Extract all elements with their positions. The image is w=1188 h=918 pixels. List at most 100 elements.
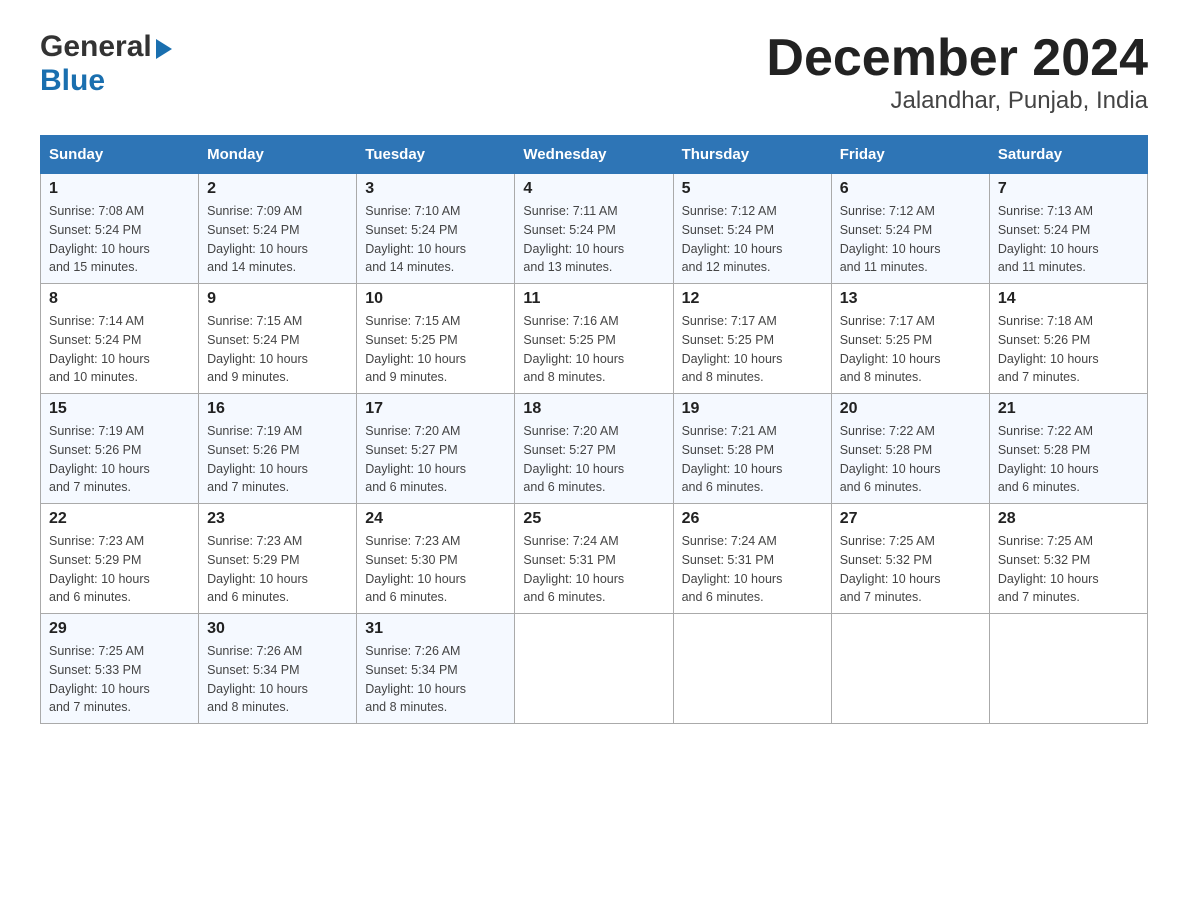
day-info: Sunrise: 7:15 AMSunset: 5:24 PMDaylight:…: [207, 312, 348, 387]
day-info: Sunrise: 7:20 AMSunset: 5:27 PMDaylight:…: [365, 422, 506, 497]
calendar-cell: 28 Sunrise: 7:25 AMSunset: 5:32 PMDayligh…: [989, 504, 1147, 614]
day-number: 22: [49, 510, 190, 528]
title-block: December 2024 Jalandhar, Punjab, India: [766, 30, 1148, 115]
day-info: Sunrise: 7:11 AMSunset: 5:24 PMDaylight:…: [523, 202, 664, 277]
calendar-week-row: 22 Sunrise: 7:23 AMSunset: 5:29 PMDayligh…: [41, 504, 1148, 614]
calendar-header-row: SundayMondayTuesdayWednesdayThursdayFrid…: [41, 136, 1148, 174]
calendar-cell: 31 Sunrise: 7:26 AMSunset: 5:34 PMDayligh…: [357, 614, 515, 724]
calendar-title: December 2024: [766, 30, 1148, 87]
calendar-table: SundayMondayTuesdayWednesdayThursdayFrid…: [40, 135, 1148, 724]
day-info: Sunrise: 7:25 AMSunset: 5:32 PMDaylight:…: [840, 532, 981, 607]
calendar-cell: 29 Sunrise: 7:25 AMSunset: 5:33 PMDayligh…: [41, 614, 199, 724]
day-info: Sunrise: 7:12 AMSunset: 5:24 PMDaylight:…: [682, 202, 823, 277]
day-number: 11: [523, 290, 664, 308]
day-number: 20: [840, 400, 981, 418]
day-number: 17: [365, 400, 506, 418]
day-number: 25: [523, 510, 664, 528]
day-number: 24: [365, 510, 506, 528]
day-info: Sunrise: 7:17 AMSunset: 5:25 PMDaylight:…: [840, 312, 981, 387]
day-info: Sunrise: 7:13 AMSunset: 5:24 PMDaylight:…: [998, 202, 1139, 277]
logo-blue-text: Blue: [40, 64, 105, 98]
calendar-subtitle: Jalandhar, Punjab, India: [766, 87, 1148, 115]
day-number: 12: [682, 290, 823, 308]
day-info: Sunrise: 7:24 AMSunset: 5:31 PMDaylight:…: [682, 532, 823, 607]
calendar-cell: 3 Sunrise: 7:10 AMSunset: 5:24 PMDaylight…: [357, 174, 515, 284]
calendar-cell: 5 Sunrise: 7:12 AMSunset: 5:24 PMDaylight…: [673, 174, 831, 284]
day-number: 28: [998, 510, 1139, 528]
calendar-cell: 4 Sunrise: 7:11 AMSunset: 5:24 PMDaylight…: [515, 174, 673, 284]
calendar-cell: 20 Sunrise: 7:22 AMSunset: 5:28 PMDayligh…: [831, 394, 989, 504]
day-number: 27: [840, 510, 981, 528]
day-info: Sunrise: 7:26 AMSunset: 5:34 PMDaylight:…: [207, 642, 348, 717]
calendar-cell: 24 Sunrise: 7:23 AMSunset: 5:30 PMDayligh…: [357, 504, 515, 614]
day-number: 23: [207, 510, 348, 528]
calendar-cell: 14Sunrise: 7:18 AMSunset: 5:26 PMDayligh…: [989, 284, 1147, 394]
day-number: 8: [49, 290, 190, 308]
day-number: 16: [207, 400, 348, 418]
calendar-cell: 13 Sunrise: 7:17 AMSunset: 5:25 PMDayligh…: [831, 284, 989, 394]
calendar-cell: 16Sunrise: 7:19 AMSunset: 5:26 PMDayligh…: [199, 394, 357, 504]
day-number: 2: [207, 180, 348, 198]
calendar-cell: 22 Sunrise: 7:23 AMSunset: 5:29 PMDayligh…: [41, 504, 199, 614]
day-info: Sunrise: 7:09 AMSunset: 5:24 PMDaylight:…: [207, 202, 348, 277]
calendar-week-row: 8 Sunrise: 7:14 AMSunset: 5:24 PMDaylight…: [41, 284, 1148, 394]
day-info: Sunrise: 7:23 AMSunset: 5:29 PMDaylight:…: [49, 532, 190, 607]
calendar-cell: 8 Sunrise: 7:14 AMSunset: 5:24 PMDaylight…: [41, 284, 199, 394]
day-info: Sunrise: 7:22 AMSunset: 5:28 PMDaylight:…: [840, 422, 981, 497]
calendar-cell: 15Sunrise: 7:19 AMSunset: 5:26 PMDayligh…: [41, 394, 199, 504]
day-number: 18: [523, 400, 664, 418]
logo: General Blue: [40, 30, 172, 98]
day-info: Sunrise: 7:19 AMSunset: 5:26 PMDaylight:…: [49, 422, 190, 497]
day-info: Sunrise: 7:14 AMSunset: 5:24 PMDaylight:…: [49, 312, 190, 387]
day-info: Sunrise: 7:26 AMSunset: 5:34 PMDaylight:…: [365, 642, 506, 717]
day-info: Sunrise: 7:25 AMSunset: 5:33 PMDaylight:…: [49, 642, 190, 717]
calendar-cell: [989, 614, 1147, 724]
day-info: Sunrise: 7:16 AMSunset: 5:25 PMDaylight:…: [523, 312, 664, 387]
day-number: 9: [207, 290, 348, 308]
day-info: Sunrise: 7:12 AMSunset: 5:24 PMDaylight:…: [840, 202, 981, 277]
calendar-cell: 11 Sunrise: 7:16 AMSunset: 5:25 PMDayligh…: [515, 284, 673, 394]
calendar-week-row: 15Sunrise: 7:19 AMSunset: 5:26 PMDayligh…: [41, 394, 1148, 504]
day-number: 5: [682, 180, 823, 198]
day-number: 1: [49, 180, 190, 198]
calendar-cell: 18Sunrise: 7:20 AMSunset: 5:27 PMDayligh…: [515, 394, 673, 504]
calendar-cell: 2 Sunrise: 7:09 AMSunset: 5:24 PMDaylight…: [199, 174, 357, 284]
day-number: 30: [207, 620, 348, 638]
day-info: Sunrise: 7:08 AMSunset: 5:24 PMDaylight:…: [49, 202, 190, 277]
day-number: 13: [840, 290, 981, 308]
day-info: Sunrise: 7:25 AMSunset: 5:32 PMDaylight:…: [998, 532, 1139, 607]
day-number: 10: [365, 290, 506, 308]
calendar-cell: 1 Sunrise: 7:08 AMSunset: 5:24 PMDaylight…: [41, 174, 199, 284]
day-number: 4: [523, 180, 664, 198]
logo-general-text: General: [40, 30, 152, 64]
calendar-cell: 19 Sunrise: 7:21 AMSunset: 5:28 PMDayligh…: [673, 394, 831, 504]
logo-arrow-icon: [156, 39, 172, 59]
calendar-cell: 23 Sunrise: 7:23 AMSunset: 5:29 PMDayligh…: [199, 504, 357, 614]
day-number: 14: [998, 290, 1139, 308]
calendar-cell: [673, 614, 831, 724]
calendar-cell: 21Sunrise: 7:22 AMSunset: 5:28 PMDayligh…: [989, 394, 1147, 504]
day-info: Sunrise: 7:17 AMSunset: 5:25 PMDaylight:…: [682, 312, 823, 387]
day-of-week-header: Friday: [831, 136, 989, 174]
calendar-cell: 7Sunrise: 7:13 AMSunset: 5:24 PMDaylight…: [989, 174, 1147, 284]
day-info: Sunrise: 7:15 AMSunset: 5:25 PMDaylight:…: [365, 312, 506, 387]
day-number: 31: [365, 620, 506, 638]
day-number: 29: [49, 620, 190, 638]
day-number: 19: [682, 400, 823, 418]
calendar-cell: [515, 614, 673, 724]
day-info: Sunrise: 7:21 AMSunset: 5:28 PMDaylight:…: [682, 422, 823, 497]
day-number: 3: [365, 180, 506, 198]
calendar-cell: 9 Sunrise: 7:15 AMSunset: 5:24 PMDaylight…: [199, 284, 357, 394]
calendar-cell: 25Sunrise: 7:24 AMSunset: 5:31 PMDayligh…: [515, 504, 673, 614]
day-info: Sunrise: 7:22 AMSunset: 5:28 PMDaylight:…: [998, 422, 1139, 497]
calendar-cell: 17 Sunrise: 7:20 AMSunset: 5:27 PMDayligh…: [357, 394, 515, 504]
page-header: General Blue December 2024 Jalandhar, Pu…: [40, 30, 1148, 115]
calendar-cell: 12 Sunrise: 7:17 AMSunset: 5:25 PMDayligh…: [673, 284, 831, 394]
day-of-week-header: Saturday: [989, 136, 1147, 174]
calendar-week-row: 1 Sunrise: 7:08 AMSunset: 5:24 PMDaylight…: [41, 174, 1148, 284]
day-of-week-header: Monday: [199, 136, 357, 174]
day-info: Sunrise: 7:23 AMSunset: 5:30 PMDaylight:…: [365, 532, 506, 607]
day-info: Sunrise: 7:23 AMSunset: 5:29 PMDaylight:…: [207, 532, 348, 607]
calendar-cell: 30 Sunrise: 7:26 AMSunset: 5:34 PMDayligh…: [199, 614, 357, 724]
day-info: Sunrise: 7:10 AMSunset: 5:24 PMDaylight:…: [365, 202, 506, 277]
